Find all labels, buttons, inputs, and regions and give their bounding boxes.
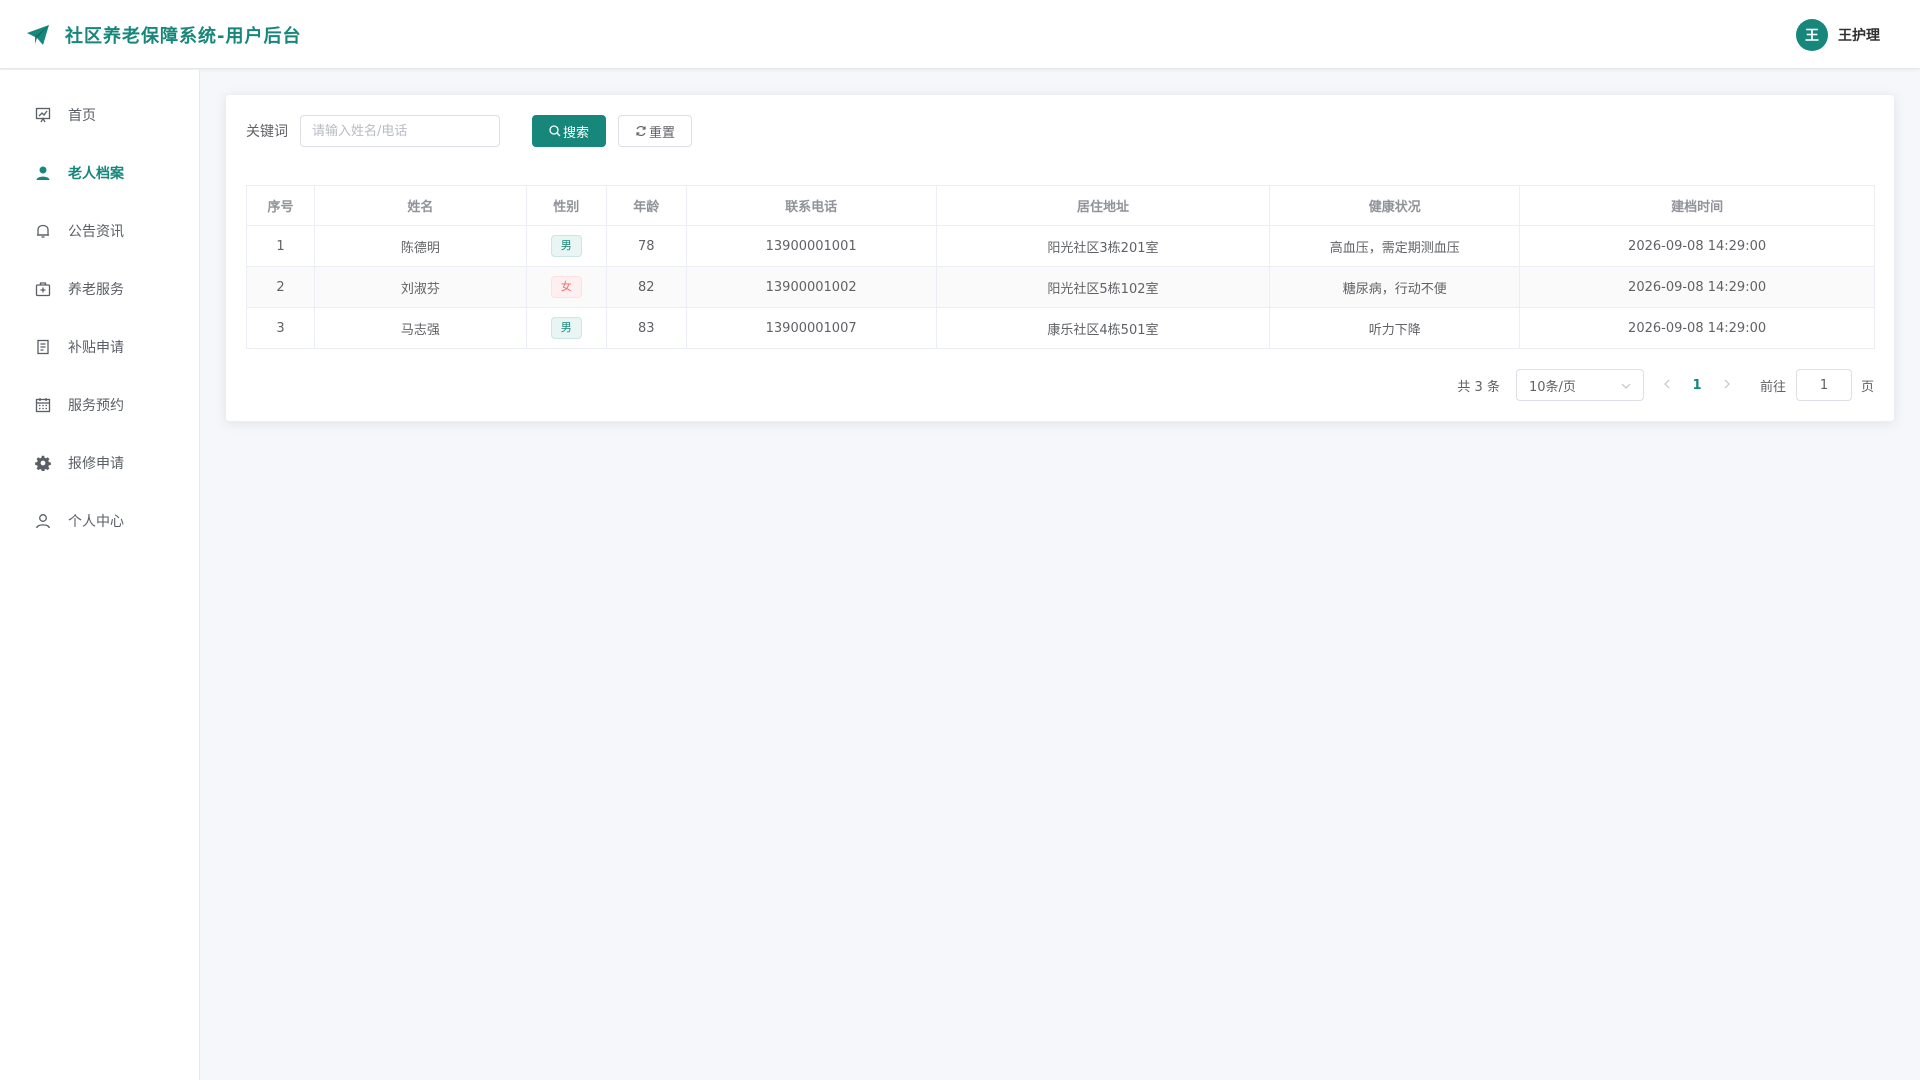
cell-index: 3 [246, 307, 315, 349]
sidebar-item-label: 首页 [68, 108, 96, 124]
sidebar-item-booking[interactable]: 服务预约 [0, 376, 199, 434]
goto-suffix: 页 [1860, 379, 1874, 395]
column-header: 居住地址 [935, 185, 1271, 226]
cell-health: 听力下降 [1269, 307, 1521, 349]
column-header: 年龄 [605, 185, 687, 226]
cell-name: 马志强 [313, 307, 527, 349]
next-page-button[interactable] [1712, 378, 1742, 393]
chevron-right-icon [1724, 379, 1730, 388]
prev-page-button[interactable] [1652, 378, 1682, 393]
cell-address: 阳光社区3栋201室 [935, 225, 1271, 267]
gender-tag: 男 [550, 235, 582, 257]
keyword-label: 关键词 [246, 124, 288, 140]
table-row[interactable]: 3 马志强 男 83 13900001007 康乐社区4栋501室 听力下降 2… [246, 307, 1875, 349]
first-aid-kit-icon [34, 280, 52, 298]
calendar-icon [34, 396, 52, 414]
user-name[interactable]: 王护理 [1838, 25, 1880, 45]
column-header: 姓名 [313, 185, 527, 226]
document-icon [34, 338, 52, 356]
elderly-records-card: 关键词 搜索 重置 序号 姓名 性别 年龄 联系电话 [225, 94, 1895, 422]
app-title: 社区养老保障系统-用户后台 [65, 26, 302, 47]
top-header: 社区养老保障系统-用户后台 王 王护理 [0, 0, 1920, 69]
paper-plane-icon [25, 22, 51, 48]
sidebar-item-subsidy[interactable]: 补贴申请 [0, 318, 199, 376]
cell-created: 2026-09-08 14:29:00 [1519, 307, 1875, 349]
sidebar: 首页 老人档案 公告资讯 养老服务 补贴申请 服务预约 报修申请 个人中心 [0, 70, 200, 1080]
reset-button[interactable]: 重置 [618, 115, 692, 147]
column-header: 性别 [525, 185, 607, 226]
pagination: 共 3 条 10条/页 1 前往 页 [1457, 369, 1874, 401]
search-button-label: 搜索 [562, 125, 589, 141]
goto-page-input[interactable] [1795, 369, 1852, 401]
cell-gender: 男 [525, 307, 607, 349]
search-icon [549, 125, 561, 137]
keyword-input[interactable] [300, 115, 500, 147]
bell-icon [34, 222, 52, 240]
cell-address: 阳光社区5栋102室 [935, 266, 1271, 308]
cell-address: 康乐社区4栋501室 [935, 307, 1271, 349]
cell-gender: 男 [525, 225, 607, 267]
sidebar-item-home[interactable]: 首页 [0, 86, 199, 144]
user-filled-icon [34, 164, 52, 182]
sidebar-item-label: 报修申请 [68, 456, 124, 472]
page-size-value: 10条/页 [1528, 379, 1576, 395]
table-row[interactable]: 2 刘淑芬 女 82 13900001002 阳光社区5栋102室 糖尿病，行动… [246, 266, 1875, 308]
chevron-down-icon [1621, 378, 1631, 393]
sidebar-item-label: 养老服务 [68, 282, 124, 298]
sidebar-item-label: 老人档案 [68, 166, 124, 182]
sidebar-item-elderly-services[interactable]: 养老服务 [0, 260, 199, 318]
sidebar-item-label: 个人中心 [68, 514, 124, 530]
chevron-left-icon [1664, 379, 1670, 388]
cell-gender: 女 [525, 266, 607, 308]
avatar[interactable]: 王 [1796, 19, 1828, 51]
gender-tag: 女 [550, 276, 582, 298]
reset-button-label: 重置 [648, 125, 675, 141]
refresh-icon [635, 125, 647, 137]
cell-name: 陈德明 [313, 225, 527, 267]
sidebar-item-label: 补贴申请 [68, 340, 124, 356]
column-header: 建档时间 [1519, 185, 1875, 226]
column-header: 序号 [246, 185, 315, 226]
cell-name: 刘淑芬 [313, 266, 527, 308]
sidebar-item-announcements[interactable]: 公告资讯 [0, 202, 199, 260]
column-header: 联系电话 [685, 185, 937, 226]
cell-age: 83 [605, 307, 687, 349]
sidebar-item-elderly-records[interactable]: 老人档案 [0, 144, 199, 202]
page-number-current[interactable]: 1 [1682, 378, 1712, 393]
user-menu[interactable]: 王 王护理 [1796, 19, 1880, 51]
user-icon [34, 512, 52, 530]
search-bar: 关键词 搜索 重置 [246, 115, 692, 147]
cell-index: 2 [246, 266, 315, 308]
sidebar-item-profile[interactable]: 个人中心 [0, 492, 199, 550]
cell-age: 78 [605, 225, 687, 267]
page-size-select[interactable]: 10条/页 [1515, 369, 1644, 401]
cell-created: 2026-09-08 14:29:00 [1519, 266, 1875, 308]
sidebar-item-label: 服务预约 [68, 398, 124, 414]
gear-icon [34, 454, 52, 472]
cell-health: 高血压，需定期测血压 [1269, 225, 1521, 267]
cell-index: 1 [246, 225, 315, 267]
sidebar-item-repair[interactable]: 报修申请 [0, 434, 199, 492]
column-header: 健康状况 [1269, 185, 1521, 226]
dashboard-icon [34, 106, 52, 124]
cell-phone: 13900001007 [685, 307, 937, 349]
sidebar-item-label: 公告资讯 [68, 224, 124, 240]
goto-label: 前往 [1759, 379, 1786, 395]
gender-tag: 男 [550, 317, 582, 339]
search-button[interactable]: 搜索 [532, 115, 606, 147]
elderly-table: 序号 姓名 性别 年龄 联系电话 居住地址 健康状况 建档时间 1 陈德明 男 … [246, 185, 1875, 349]
cell-health: 糖尿病，行动不便 [1269, 266, 1521, 308]
cell-age: 82 [605, 266, 687, 308]
brand: 社区养老保障系统-用户后台 [25, 20, 301, 50]
cell-phone: 13900001002 [685, 266, 937, 308]
table-header-row: 序号 姓名 性别 年龄 联系电话 居住地址 健康状况 建档时间 [246, 185, 1875, 226]
table-row[interactable]: 1 陈德明 男 78 13900001001 阳光社区3栋201室 高血压，需定… [246, 225, 1875, 267]
cell-created: 2026-09-08 14:29:00 [1519, 225, 1875, 267]
cell-phone: 13900001001 [685, 225, 937, 267]
pagination-total: 共 3 条 [1457, 379, 1500, 395]
